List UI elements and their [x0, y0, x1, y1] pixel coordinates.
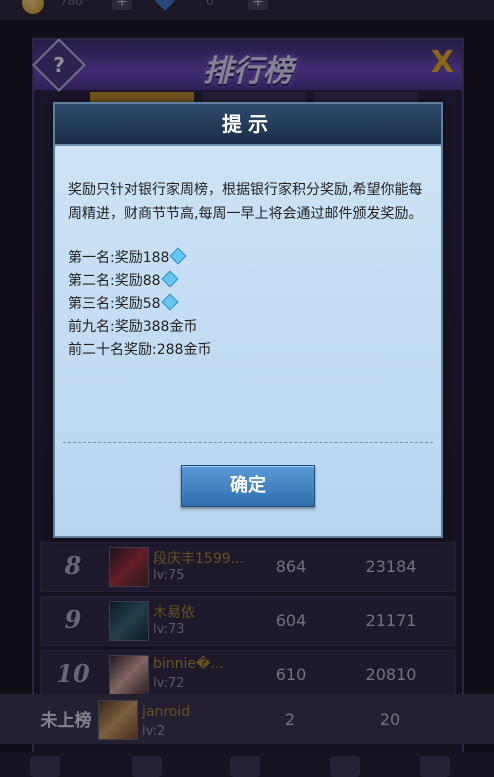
reward-item: 前二十名奖励:288金币: [68, 338, 428, 361]
reward-item: 第一名:奖励188: [68, 246, 428, 269]
diamond-icon: [169, 247, 187, 265]
reward-text: 前二十名奖励:288金币: [68, 342, 212, 358]
diamond-icon: [161, 293, 179, 311]
dialog-description: 奖励只针对银行家周榜，根据银行家积分奖励,希望你能每周精进，财商节节高,每周一早…: [68, 182, 423, 222]
reward-item: 前九名:奖励388金币: [68, 315, 428, 338]
reward-text: 第三名:奖励58: [68, 296, 161, 312]
reward-text: 第二名:奖励88: [68, 273, 161, 289]
confirm-button[interactable]: 确定: [181, 465, 315, 507]
dialog-title: 提示: [222, 112, 274, 136]
reward-text: 前九名:奖励388金币: [68, 319, 198, 335]
dialog-divider: [63, 442, 433, 443]
dialog-body: 奖励只针对银行家周榜，根据银行家积分奖励,希望你能每周精进，财商节节高,每周一早…: [68, 178, 428, 361]
reward-list: 第一名:奖励188 第二名:奖励88 第三名:奖励58 前九名:奖励388金币 …: [68, 246, 428, 361]
reward-item: 第二名:奖励88: [68, 269, 428, 292]
dialog-header: 提示: [55, 104, 441, 146]
tip-dialog: 提示 奖励只针对银行家周榜，根据银行家积分奖励,希望你能每周精进，财商节节高,每…: [53, 102, 443, 538]
reward-text: 第一名:奖励188: [68, 250, 170, 266]
diamond-icon: [161, 270, 179, 288]
reward-item: 第三名:奖励58: [68, 292, 428, 315]
